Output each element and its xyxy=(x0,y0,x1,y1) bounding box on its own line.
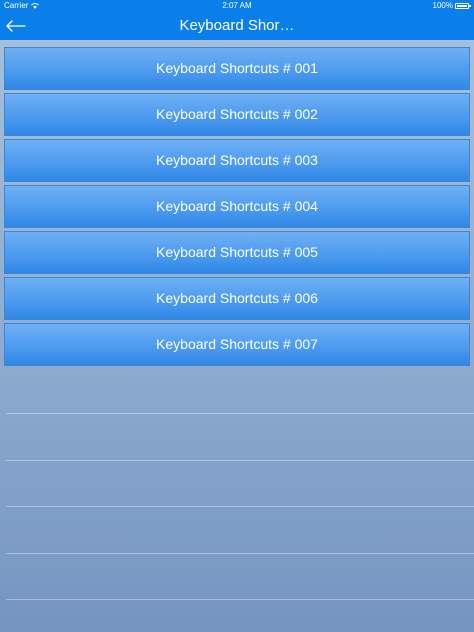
battery-icon xyxy=(455,3,471,9)
row-separator xyxy=(6,460,474,461)
list-item-shortcuts-001[interactable]: Keyboard Shortcuts # 001 xyxy=(4,47,470,90)
status-time: 2:07 AM xyxy=(222,1,252,10)
row-separator xyxy=(6,599,474,600)
empty-list-area xyxy=(0,367,474,632)
list-item-shortcuts-004[interactable]: Keyboard Shortcuts # 004 xyxy=(4,185,470,228)
back-arrow-icon xyxy=(6,20,26,32)
row-separator xyxy=(6,553,474,554)
list-item-shortcuts-003[interactable]: Keyboard Shortcuts # 003 xyxy=(4,139,470,182)
page-title: Keyboard Shor… xyxy=(179,17,295,34)
back-button[interactable] xyxy=(2,14,30,38)
battery-percentage: 100% xyxy=(432,1,453,10)
shortcuts-list: Keyboard Shortcuts # 001 Keyboard Shortc… xyxy=(0,40,474,366)
navigation-bar: Keyboard Shor… xyxy=(0,12,474,40)
app-screen: Carrier 2:07 AM 100% Keyboard Shor… Keyb… xyxy=(0,0,474,632)
row-separator xyxy=(6,506,474,507)
list-item-shortcuts-005[interactable]: Keyboard Shortcuts # 005 xyxy=(4,231,470,274)
status-bar: Carrier 2:07 AM 100% xyxy=(0,0,474,12)
list-item-shortcuts-007[interactable]: Keyboard Shortcuts # 007 xyxy=(4,323,470,366)
row-separator xyxy=(6,413,474,414)
list-item-shortcuts-006[interactable]: Keyboard Shortcuts # 006 xyxy=(4,277,470,320)
list-item-shortcuts-002[interactable]: Keyboard Shortcuts # 002 xyxy=(4,93,470,136)
